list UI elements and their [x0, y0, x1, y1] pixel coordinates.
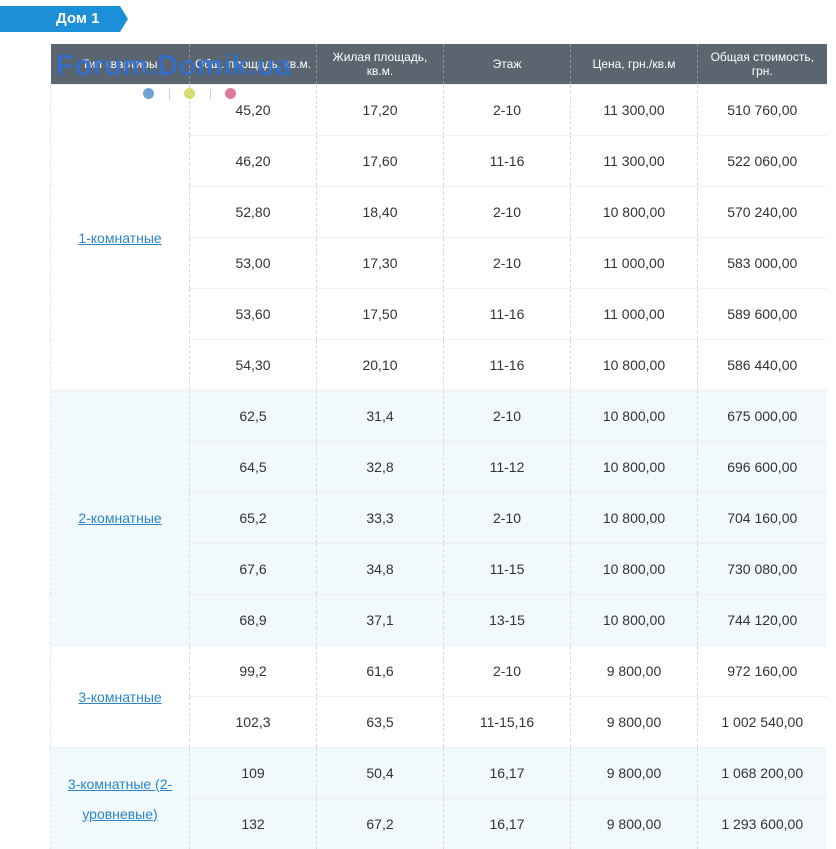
- living-area-cell: 63,5: [317, 697, 444, 748]
- table-row: 1-комнатные45,2017,202-1011 300,00510 76…: [51, 85, 827, 136]
- price-per-sqm-cell: 11 300,00: [571, 136, 698, 187]
- price-table: Тип квартиры Общ. площадь, кв.м. Жилая п…: [50, 44, 827, 849]
- header-floor: Этаж: [444, 44, 571, 85]
- living-area-cell: 33,3: [317, 493, 444, 544]
- total-area-cell: 67,6: [190, 544, 317, 595]
- living-area-cell: 17,50: [317, 289, 444, 340]
- living-area-cell: 50,4: [317, 748, 444, 799]
- floor-cell: 11-16: [444, 136, 571, 187]
- living-area-cell: 32,8: [317, 442, 444, 493]
- total-area-cell: 62,5: [190, 391, 317, 442]
- floor-cell: 2-10: [444, 646, 571, 697]
- total-cost-cell: 704 160,00: [698, 493, 827, 544]
- total-cost-cell: 586 440,00: [698, 340, 827, 391]
- apartment-type-link[interactable]: 3-комнатные: [78, 682, 161, 712]
- house-tab-label: Дом 1: [56, 10, 99, 27]
- header-living-area: Жилая площадь, кв.м.: [317, 44, 444, 85]
- price-per-sqm-cell: 9 800,00: [571, 748, 698, 799]
- total-area-cell: 99,2: [190, 646, 317, 697]
- price-per-sqm-cell: 11 000,00: [571, 238, 698, 289]
- table-body: 1-комнатные45,2017,202-1011 300,00510 76…: [51, 85, 827, 849]
- living-area-cell: 34,8: [317, 544, 444, 595]
- total-cost-cell: 510 760,00: [698, 85, 827, 136]
- table-row: 3-комнатные (2-уровневые)10950,416,179 8…: [51, 748, 827, 799]
- header-apartment-type: Тип квартиры: [51, 44, 190, 85]
- living-area-cell: 17,20: [317, 85, 444, 136]
- floor-cell: 11-15,16: [444, 697, 571, 748]
- total-cost-cell: 730 080,00: [698, 544, 827, 595]
- floor-cell: 11-16: [444, 289, 571, 340]
- total-area-cell: 109: [190, 748, 317, 799]
- total-area-cell: 45,20: [190, 85, 317, 136]
- table-row: 3-комнатные99,261,62-109 800,00972 160,0…: [51, 646, 827, 697]
- total-area-cell: 65,2: [190, 493, 317, 544]
- total-cost-cell: 744 120,00: [698, 595, 827, 646]
- price-per-sqm-cell: 10 800,00: [571, 544, 698, 595]
- table-header-row: Тип квартиры Общ. площадь, кв.м. Жилая п…: [51, 44, 827, 85]
- price-per-sqm-cell: 11 300,00: [571, 85, 698, 136]
- price-per-sqm-cell: 10 800,00: [571, 595, 698, 646]
- floor-cell: 2-10: [444, 391, 571, 442]
- price-per-sqm-cell: 9 800,00: [571, 646, 698, 697]
- total-area-cell: 64,5: [190, 442, 317, 493]
- total-area-cell: 102,3: [190, 697, 317, 748]
- header-total-area: Общ. площадь, кв.м.: [190, 44, 317, 85]
- living-area-cell: 17,60: [317, 136, 444, 187]
- total-cost-cell: 1 068 200,00: [698, 748, 827, 799]
- living-area-cell: 18,40: [317, 187, 444, 238]
- total-cost-cell: 696 600,00: [698, 442, 827, 493]
- price-per-sqm-cell: 9 800,00: [571, 799, 698, 849]
- total-cost-cell: 1 002 540,00: [698, 697, 827, 748]
- total-cost-cell: 675 000,00: [698, 391, 827, 442]
- floor-cell: 13-15: [444, 595, 571, 646]
- total-area-cell: 52,80: [190, 187, 317, 238]
- living-area-cell: 37,1: [317, 595, 444, 646]
- price-per-sqm-cell: 10 800,00: [571, 493, 698, 544]
- floor-cell: 16,17: [444, 799, 571, 849]
- apartment-type-link[interactable]: 2-комнатные: [78, 503, 161, 533]
- total-area-cell: 132: [190, 799, 317, 849]
- floor-cell: 2-10: [444, 493, 571, 544]
- price-per-sqm-cell: 10 800,00: [571, 391, 698, 442]
- floor-cell: 2-10: [444, 85, 571, 136]
- price-per-sqm-cell: 11 000,00: [571, 289, 698, 340]
- floor-cell: 11-12: [444, 442, 571, 493]
- apartment-type-link[interactable]: 3-комнатные (2-уровневые): [51, 769, 189, 829]
- apartment-type-link[interactable]: 1-комнатные: [78, 223, 161, 253]
- header-price-per-sqm: Цена, грн./кв.м: [571, 44, 698, 85]
- price-per-sqm-cell: 10 800,00: [571, 340, 698, 391]
- total-cost-cell: 1 293 600,00: [698, 799, 827, 849]
- house-tab[interactable]: Дом 1: [0, 6, 128, 32]
- floor-cell: 11-15: [444, 544, 571, 595]
- price-per-sqm-cell: 9 800,00: [571, 697, 698, 748]
- total-area-cell: 46,20: [190, 136, 317, 187]
- total-cost-cell: 589 600,00: [698, 289, 827, 340]
- total-area-cell: 53,60: [190, 289, 317, 340]
- living-area-cell: 31,4: [317, 391, 444, 442]
- living-area-cell: 67,2: [317, 799, 444, 849]
- table-row: 2-комнатные62,531,42-1010 800,00675 000,…: [51, 391, 827, 442]
- apartment-type-cell: 3-комнатные (2-уровневые): [51, 748, 190, 849]
- total-area-cell: 54,30: [190, 340, 317, 391]
- total-cost-cell: 522 060,00: [698, 136, 827, 187]
- total-cost-cell: 583 000,00: [698, 238, 827, 289]
- floor-cell: 2-10: [444, 238, 571, 289]
- total-cost-cell: 570 240,00: [698, 187, 827, 238]
- apartment-type-cell: 2-комнатные: [51, 391, 190, 646]
- header-total-cost: Общая стоимость, грн.: [698, 44, 827, 85]
- total-area-cell: 53,00: [190, 238, 317, 289]
- apartment-type-cell: 3-комнатные: [51, 646, 190, 748]
- price-per-sqm-cell: 10 800,00: [571, 187, 698, 238]
- apartment-type-cell: 1-комнатные: [51, 85, 190, 391]
- living-area-cell: 20,10: [317, 340, 444, 391]
- total-cost-cell: 972 160,00: [698, 646, 827, 697]
- floor-cell: 16,17: [444, 748, 571, 799]
- floor-cell: 2-10: [444, 187, 571, 238]
- living-area-cell: 17,30: [317, 238, 444, 289]
- total-area-cell: 68,9: [190, 595, 317, 646]
- floor-cell: 11-16: [444, 340, 571, 391]
- living-area-cell: 61,6: [317, 646, 444, 697]
- price-per-sqm-cell: 10 800,00: [571, 442, 698, 493]
